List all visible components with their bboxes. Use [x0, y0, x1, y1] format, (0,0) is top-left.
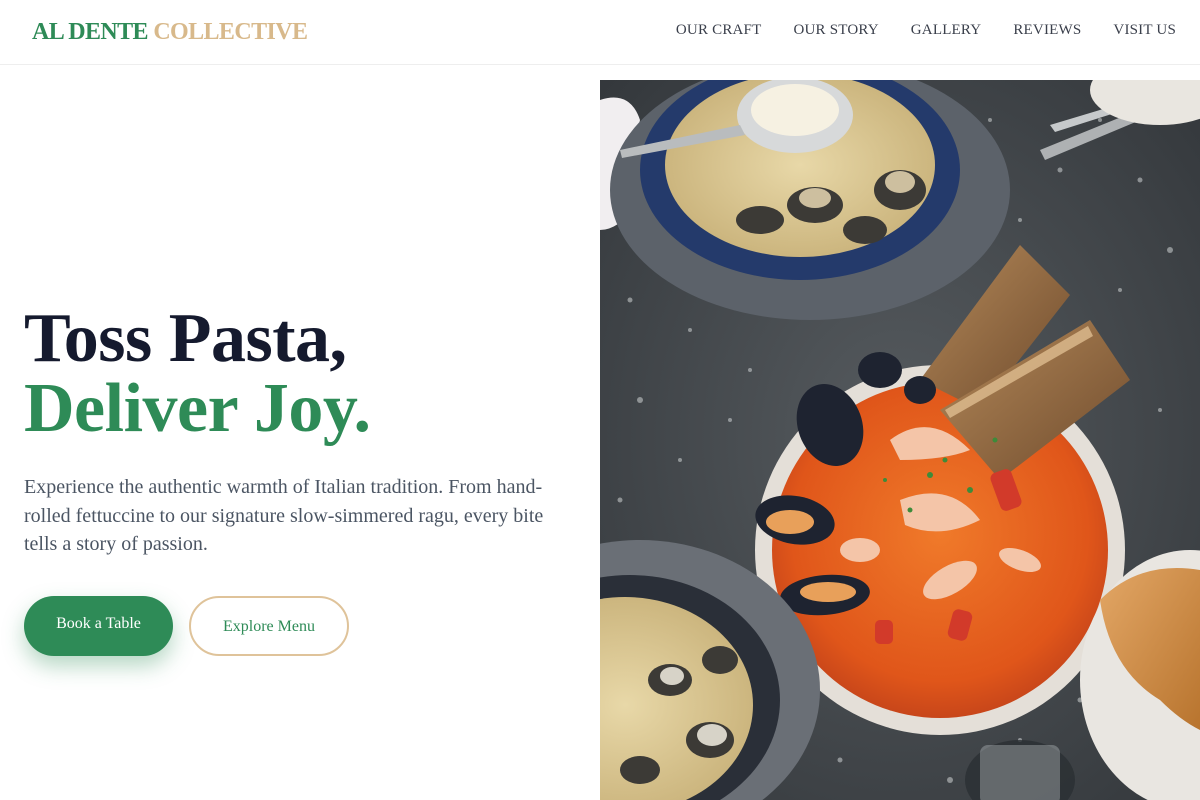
main-nav: OUR CRAFT OUR STORY GALLERY REVIEWS VISI…	[676, 20, 1176, 40]
nav-our-craft[interactable]: OUR CRAFT	[676, 20, 762, 40]
headline-line-2: Deliver Joy.	[24, 370, 371, 447]
hero-food-image	[600, 80, 1200, 800]
hero-description: Experience the authentic warmth of Itali…	[24, 476, 544, 555]
site-header: AL DENTE COLLECTIVE OUR CRAFT OUR STORY …	[0, 0, 1200, 65]
book-table-button[interactable]: Book a Table	[24, 596, 173, 656]
explore-menu-button[interactable]: Explore Menu	[189, 596, 349, 656]
logo-primary: AL DENTE	[32, 19, 149, 45]
seafood-pasta-photo	[600, 80, 1200, 800]
nav-reviews[interactable]: REVIEWS	[1013, 20, 1081, 40]
nav-our-story[interactable]: OUR STORY	[793, 20, 878, 40]
logo-secondary: COLLECTIVE	[153, 19, 308, 45]
headline-line-1: Toss Pasta,	[24, 300, 347, 377]
nav-visit-us[interactable]: VISIT US	[1113, 20, 1176, 40]
nav-gallery[interactable]: GALLERY	[911, 20, 982, 40]
logo[interactable]: AL DENTE COLLECTIVE	[32, 17, 308, 47]
hero-headline: Toss Pasta, Deliver Joy.	[24, 304, 371, 444]
